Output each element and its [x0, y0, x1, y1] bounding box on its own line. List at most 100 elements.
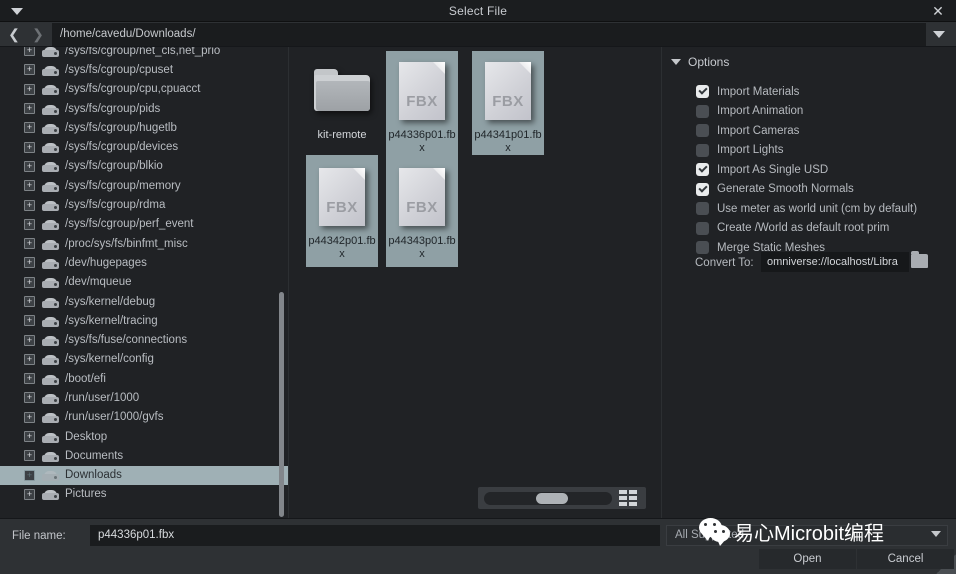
file-item[interactable]: FBX p44341p01.fbx — [472, 55, 544, 155]
tree-item[interactable]: + /boot/efi — [0, 369, 288, 388]
expander-icon[interactable]: + — [24, 122, 35, 134]
expander-icon[interactable]: + — [24, 411, 35, 423]
tree-item[interactable]: + /sys/fs/cgroup/memory — [0, 176, 288, 195]
tree-item-label: /sys/fs/cgroup/devices — [65, 141, 179, 154]
file-type-filter-select[interactable]: All Supported — [666, 525, 948, 546]
folder-icon[interactable] — [911, 251, 928, 268]
fbx-file-icon: FBX — [310, 161, 374, 233]
checkbox[interactable] — [696, 143, 709, 157]
expander-icon[interactable]: + — [24, 83, 35, 95]
checkbox[interactable] — [696, 221, 709, 235]
tree-item[interactable]: + /proc/sys/fs/binfmt_misc — [0, 234, 288, 253]
expander-icon[interactable]: + — [24, 392, 35, 404]
close-icon[interactable]: ✕ — [924, 0, 952, 22]
convert-to-input[interactable]: omniverse://localhost/Libra — [761, 252, 909, 272]
tree-scrollbar[interactable] — [279, 292, 284, 517]
expander-icon[interactable]: + — [24, 488, 35, 500]
expander-icon[interactable]: + — [24, 199, 35, 211]
expander-icon[interactable]: + — [24, 64, 35, 76]
tree-item[interactable]: + /sys/fs/cgroup/cpu,cpuacct — [0, 80, 288, 99]
tree-item[interactable]: + /sys/kernel/tracing — [0, 311, 288, 330]
expander-icon[interactable]: + — [24, 160, 35, 172]
tree-item[interactable]: + /sys/fs/cgroup/pids — [0, 99, 288, 118]
checkbox[interactable] — [696, 182, 709, 196]
tree-item[interactable]: + Documents — [0, 446, 288, 465]
path-input[interactable]: /home/cavedu/Downloads/ — [52, 23, 926, 46]
tree-item[interactable]: + Pictures — [0, 485, 288, 504]
expander-icon[interactable]: + — [24, 431, 35, 443]
drive-icon — [42, 469, 59, 482]
tree-item[interactable]: + /sys/fs/cgroup/blkio — [0, 157, 288, 176]
chevron-left-icon[interactable]: ❮ — [2, 22, 26, 47]
expander-icon[interactable]: + — [24, 469, 35, 481]
directory-tree-panel[interactable]: + /sys/fs/cgroup/net_cls,net_prio + /sys/fs… — [0, 47, 289, 518]
option-row[interactable]: Import Cameras — [696, 121, 917, 141]
tree-item[interactable]: + Desktop — [0, 427, 288, 446]
folder-item[interactable]: kit-remote — [306, 55, 378, 142]
checkbox[interactable] — [696, 163, 709, 177]
file-grid-panel[interactable]: kit-remote FBX p44336p01.fbx FBX p44341p01.f… — [290, 47, 662, 518]
file-item[interactable]: FBX p44342p01.fbx — [306, 161, 378, 261]
tree-item[interactable]: + /sys/fs/cgroup/rdma — [0, 195, 288, 214]
tree-item[interactable]: + /sys/kernel/config — [0, 350, 288, 369]
tree-item-label: /proc/sys/fs/binfmt_misc — [65, 237, 188, 250]
open-button[interactable]: Open — [759, 549, 856, 569]
expander-icon[interactable]: + — [24, 450, 35, 462]
file-item[interactable]: FBX p44343p01.fbx — [386, 161, 458, 261]
option-row[interactable]: Use meter as world unit (cm by default) — [696, 199, 917, 219]
option-row[interactable]: Import Materials — [696, 82, 917, 102]
tree-item[interactable]: + /run/user/1000/gvfs — [0, 408, 288, 427]
tree-item[interactable]: + /sys/fs/cgroup/net_cls,net_prio — [0, 47, 288, 60]
checkbox[interactable] — [696, 124, 709, 138]
expander-icon[interactable]: + — [24, 334, 35, 346]
fbx-file-icon: FBX — [390, 161, 454, 233]
expander-icon[interactable]: + — [24, 218, 35, 230]
expander-icon[interactable]: + — [24, 47, 35, 57]
tree-item-label: /sys/fs/cgroup/net_cls,net_prio — [65, 47, 221, 57]
tree-item-label: /sys/fs/cgroup/cpuset — [65, 63, 174, 76]
expander-icon[interactable]: + — [24, 180, 35, 192]
option-row[interactable]: Create /World as default root prim — [696, 219, 917, 239]
option-row[interactable]: Import Animation — [696, 102, 917, 122]
option-row[interactable]: Import As Single USD — [696, 160, 917, 180]
tree-item[interactable]: + /sys/kernel/debug — [0, 292, 288, 311]
expander-icon[interactable]: + — [24, 103, 35, 115]
tree-item[interactable]: + /run/user/1000 — [0, 388, 288, 407]
expander-icon[interactable]: + — [24, 141, 35, 153]
tree-item[interactable]: + Downloads — [0, 465, 288, 485]
expander-icon[interactable]: + — [24, 257, 35, 269]
tree-item[interactable]: + /dev/mqueue — [0, 273, 288, 292]
cancel-button[interactable]: Cancel — [857, 549, 954, 569]
file-name-input[interactable]: p44336p01.fbx — [90, 525, 660, 546]
grid-view-icon[interactable] — [619, 490, 637, 506]
slider-thumb[interactable] — [536, 492, 568, 504]
expander-icon[interactable]: + — [24, 276, 35, 288]
icon-zoom-slider[interactable] — [484, 491, 612, 505]
options-header[interactable]: Options — [671, 53, 729, 71]
drive-icon — [42, 218, 59, 231]
tree-item[interactable]: + /sys/fs/cgroup/hugetlb — [0, 118, 288, 137]
expander-icon[interactable]: + — [24, 296, 35, 307]
checkbox[interactable] — [696, 104, 709, 118]
drive-icon — [42, 276, 59, 289]
tree-item[interactable]: + /dev/hugepages — [0, 253, 288, 272]
expander-icon[interactable]: + — [24, 315, 35, 327]
expander-icon[interactable]: + — [24, 238, 35, 250]
file-item[interactable]: FBX p44336p01.fbx — [386, 55, 458, 155]
expander-icon[interactable]: + — [24, 353, 35, 365]
convert-to-row: Convert To: omniverse://localhost/Libra — [663, 251, 956, 274]
tree-item[interactable]: + /sys/fs/fuse/connections — [0, 330, 288, 349]
chevron-right-icon[interactable]: ❯ — [26, 22, 50, 47]
option-row[interactable]: Generate Smooth Normals — [696, 180, 917, 200]
drive-icon — [42, 373, 59, 385]
tree-item[interactable]: + /sys/fs/cgroup/devices — [0, 137, 288, 156]
option-label: Import Animation — [717, 105, 804, 118]
checkbox[interactable] — [696, 202, 709, 216]
expander-icon[interactable]: + — [24, 373, 35, 385]
tree-item-label: /sys/kernel/debug — [65, 295, 156, 308]
tree-item[interactable]: + /sys/fs/cgroup/cpuset — [0, 60, 288, 79]
checkbox[interactable] — [696, 85, 709, 99]
path-dropdown-button[interactable] — [928, 22, 950, 47]
tree-item[interactable]: + /sys/fs/cgroup/perf_event — [0, 215, 288, 234]
option-row[interactable]: Import Lights — [696, 141, 917, 161]
